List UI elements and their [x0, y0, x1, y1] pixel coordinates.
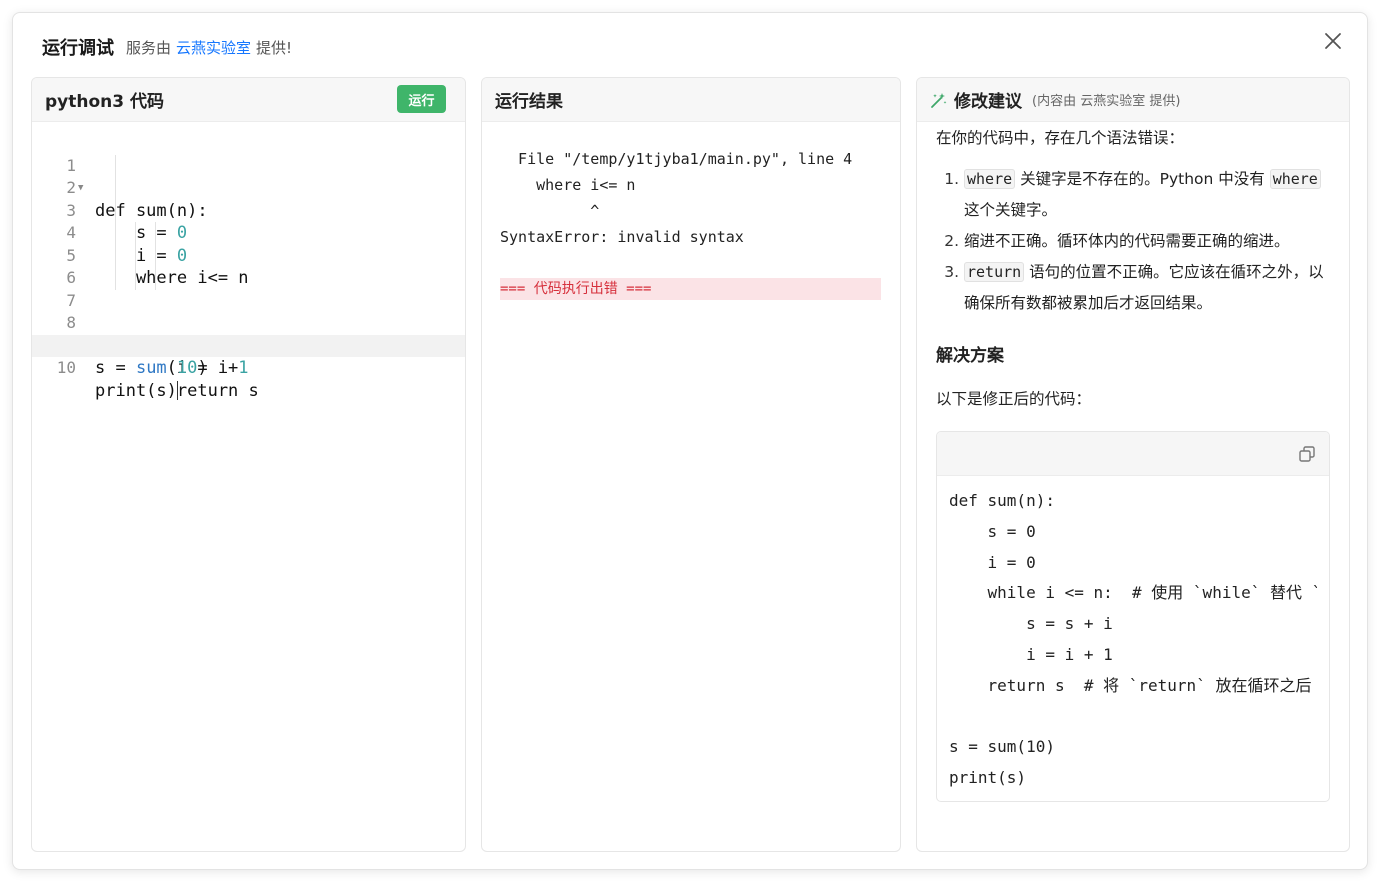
- fixed-code-line: s = s + i: [949, 614, 1113, 634]
- list-item: where 关键字是不存在的。Python 中没有 where 这个关键字。: [964, 164, 1330, 226]
- fixed-code-line: i = i + 1: [949, 644, 1113, 664]
- inline-code: where: [1269, 169, 1321, 189]
- indent-guide: [115, 154, 116, 177]
- list-item: return 语句的位置不正确。它应该在循环之外，以确保所有数都被累加后才返回结…: [964, 257, 1330, 319]
- code-text: print(s): [95, 380, 178, 401]
- fixed-code-line: print(s): [949, 768, 1027, 788]
- inline-code: return: [964, 262, 1025, 282]
- code-line[interactable]: 9 s = sum(10): [32, 312, 465, 379]
- fixed-code-line: def sum(n):: [949, 491, 1055, 510]
- indent-guide: [155, 267, 156, 290]
- code-line[interactable]: 2 s = 0: [32, 154, 465, 243]
- result-output: File "/temp/y1tjyba1/main.py", line 4 wh…: [482, 122, 900, 324]
- code-line[interactable]: 6 i = i+1: [32, 244, 465, 378]
- code-editor[interactable]: 1 ▼ def sum(n): 2 s = 0 3 i = 0 4 where …: [32, 122, 465, 401]
- text-cursor: [176, 381, 178, 400]
- code-line[interactable]: 1 ▼ def sum(n):: [32, 132, 465, 221]
- line-number: 10: [56, 358, 76, 377]
- advice-intro: 在你的代码中，存在几个语法错误：: [936, 129, 1185, 147]
- code-line[interactable]: 8: [32, 290, 465, 332]
- solution-intro: 以下是修正后的代码：: [936, 390, 1092, 408]
- copy-icon[interactable]: [1297, 444, 1317, 464]
- fixed-code-line: [949, 702, 1317, 733]
- fixed-code-line: s = sum(10): [949, 737, 1055, 757]
- result-panel-header: 运行结果: [482, 78, 900, 122]
- fixed-code-line: i = 0: [949, 552, 1036, 572]
- indent-guide: [135, 222, 136, 245]
- run-button[interactable]: 运行: [397, 85, 446, 113]
- advice-panel-header: 修改建议 (内容由 云燕实验室 提供): [917, 78, 1349, 122]
- code-line[interactable]: 5 s = s+i: [32, 222, 465, 356]
- code-line-active[interactable]: 10 print(s): [32, 334, 465, 401]
- indent-guide: [115, 177, 116, 200]
- code-line[interactable]: 3 i = 0: [32, 177, 465, 266]
- error-list: where 关键字是不存在的。Python 中没有 where 这个关键字。 缩…: [936, 164, 1330, 319]
- lab-link[interactable]: 云燕实验室: [176, 39, 251, 57]
- fixed-code-line: return s # 将 `return` 放在循环之后: [949, 675, 1312, 695]
- code-line[interactable]: 7 return s: [32, 267, 465, 401]
- run-debug-dialog: 运行调试 服务由 云燕实验室 提供! python3 代码 运行 1 ▼ def s…: [12, 12, 1368, 870]
- list-item: 缩进不正确。循环体内的代码需要正确的缩进。: [964, 226, 1330, 257]
- output-line: where i<= n: [500, 176, 636, 194]
- output-line: SyntaxError: invalid syntax: [500, 228, 744, 246]
- advice-panel: 修改建议 (内容由 云燕实验室 提供) 在你的代码中，存在几个语法错误： whe…: [916, 77, 1350, 852]
- indent-guide: [135, 267, 136, 290]
- solution-heading: 解决方案: [936, 346, 1004, 366]
- dialog-header: 运行调试 服务由 云燕实验室 提供!: [42, 33, 292, 61]
- indent-guide: [115, 222, 116, 245]
- code-panel-header: python3 代码 运行: [32, 78, 465, 122]
- output-line: File "/temp/y1tjyba1/main.py", line 4: [500, 150, 853, 168]
- list-item-text: 关键字是不存在的。Python 中没有: [1020, 170, 1265, 188]
- dialog-subtitle: 服务由 云燕实验室 提供!: [126, 37, 292, 58]
- list-item-text: 这个关键字。: [964, 201, 1058, 219]
- dialog-title: 运行调试: [42, 38, 114, 59]
- indent-guide: [135, 244, 136, 267]
- advice-panel-title: 修改建议: [954, 92, 1022, 112]
- list-item-text: 缩进不正确。循环体内的代码需要正确的缩进。: [964, 232, 1290, 250]
- result-panel: 运行结果 File "/temp/y1tjyba1/main.py", line…: [481, 77, 901, 852]
- fixed-code-line: s = 0: [949, 521, 1036, 541]
- indent-guide: [115, 199, 116, 222]
- close-icon: [1325, 33, 1341, 49]
- code-line[interactable]: 4 where i<= n: [32, 199, 465, 288]
- code-block-header: [937, 432, 1329, 476]
- fixed-code-line: while i <= n: # 使用 `while` 替代 `where`: [987, 583, 1317, 603]
- subtitle-suffix: 提供!: [256, 38, 293, 57]
- output-line: ^: [500, 202, 600, 220]
- error-banner: === 代码执行出错 ===: [500, 278, 881, 300]
- advice-content: 在你的代码中，存在几个语法错误： where 关键字是不存在的。Python 中…: [917, 122, 1349, 802]
- magic-wand-icon: [931, 92, 947, 108]
- indent-guide: [155, 244, 156, 267]
- code-panel: python3 代码 运行 1 ▼ def sum(n): 2 s = 0 3 …: [31, 77, 466, 852]
- indent-guide: [155, 222, 156, 245]
- indent-guide: [115, 244, 116, 267]
- fixed-code-block: def sum(n): s = 0 i = 0 while i <= n: # …: [936, 431, 1330, 802]
- advice-panel-note: (内容由 云燕实验室 提供): [1032, 94, 1181, 109]
- inline-code: where: [964, 169, 1016, 189]
- code-panel-title: python3 代码: [45, 92, 165, 112]
- result-panel-title: 运行结果: [495, 92, 563, 112]
- fixed-code: def sum(n): s = 0 i = 0 while i <= n: # …: [937, 476, 1329, 801]
- subtitle-prefix: 服务由: [126, 38, 172, 57]
- close-button[interactable]: [1319, 27, 1347, 55]
- indent-guide: [115, 267, 116, 290]
